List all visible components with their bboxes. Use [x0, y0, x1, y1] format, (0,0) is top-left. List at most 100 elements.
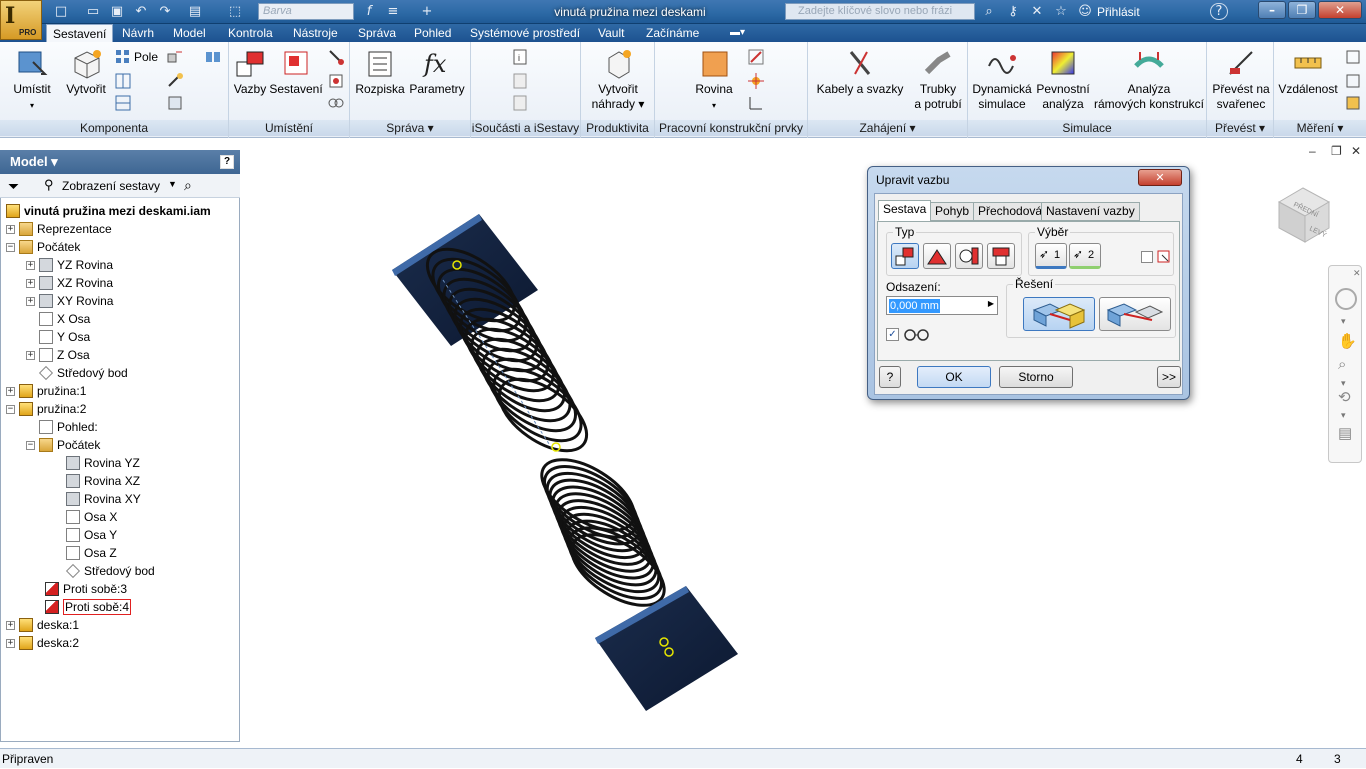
list-item[interactable]: Proti sobě:4 [45, 598, 132, 616]
binoculars-icon[interactable]: ⌕ [980, 3, 998, 20]
signin-link[interactable]: Přihlásit [1097, 0, 1140, 24]
tab-zaciname[interactable]: Začínáme [640, 24, 705, 42]
navbar-arrow-icon[interactable]: ▾ [1341, 316, 1346, 327]
expand-icon[interactable]: + [26, 260, 35, 270]
expand-icon[interactable]: + [6, 620, 15, 630]
user-icon[interactable]: ☺ [1076, 3, 1094, 20]
list-item[interactable]: Pohled: [39, 418, 98, 436]
orbit-icon[interactable]: ⟲ [1338, 388, 1351, 406]
tab-nastaveni-vazby[interactable]: Nastavení vazby [1041, 202, 1140, 221]
ramove-konstrukce-button[interactable]: Analýza rámových konstrukcí [1092, 46, 1206, 112]
list-item[interactable]: − Počátek [26, 436, 100, 454]
list-item[interactable]: + pružina:1 [6, 382, 86, 400]
list-item[interactable]: + XY Rovina [26, 292, 113, 310]
binoculars-find-icon[interactable]: ⌕ [184, 177, 192, 194]
flush-solution-button[interactable] [1099, 297, 1171, 331]
tab-sestava[interactable]: Sestava [878, 200, 932, 221]
viewcube[interactable]: PŘEDNÍ LEVÝ [1273, 180, 1339, 250]
collapse-icon[interactable]: − [26, 440, 35, 450]
vytvorit-button[interactable]: Vytvořit [60, 46, 112, 97]
dialog-close-button[interactable]: ✕ [1138, 169, 1182, 186]
select-icon[interactable]: ⬚ [226, 3, 244, 20]
expand-icon[interactable]: + [26, 278, 35, 288]
graphics-window[interactable]: – ❐ ✕ PŘEDNÍ LEVÝ ✕ ▾ ✋ ⌕ ▾ ⟲ ▾ ▤ [243, 144, 1366, 742]
tab-navrh[interactable]: Návrh [116, 24, 160, 42]
list-item[interactable]: + deska:1 [6, 616, 79, 634]
open-icon[interactable]: ▭ [84, 3, 102, 20]
cancel-button[interactable]: Storno [999, 366, 1073, 388]
fx-icon[interactable]: f [360, 3, 378, 20]
tab-vault[interactable]: Vault [592, 24, 630, 42]
redo-icon[interactable]: ↷ [156, 3, 174, 20]
orbit-arrow-icon[interactable]: ▾ [1341, 410, 1346, 421]
expand-icon[interactable]: + [6, 638, 15, 648]
pole-button[interactable]: Pole [134, 50, 158, 65]
application-menu-button[interactable]: I PRO [0, 0, 42, 40]
mate-solution-button[interactable] [1023, 297, 1095, 331]
project-icon[interactable]: ▤ [186, 3, 204, 20]
tab-pohled[interactable]: Pohled [408, 24, 457, 42]
save-icon[interactable]: ▣ [108, 3, 126, 20]
list-item[interactable]: Osa Y [66, 526, 117, 544]
more-button[interactable]: >> [1157, 366, 1181, 388]
list-item[interactable]: Osa Z [66, 544, 117, 562]
angle-type-button[interactable] [923, 243, 951, 269]
navbar-close-icon[interactable]: ✕ [1353, 268, 1361, 279]
pan-hand-icon[interactable]: ✋ [1338, 332, 1357, 350]
selection-1-button[interactable]: ➶ 1 [1035, 243, 1067, 269]
list-item[interactable]: Proti sobě:3 [45, 580, 127, 598]
favorite-icon[interactable]: ☆ [1052, 3, 1070, 20]
tab-nastroje[interactable]: Nástroje [287, 24, 344, 42]
sestaveni-button[interactable]: Sestavení [269, 46, 323, 97]
collapse-icon[interactable]: − [6, 242, 15, 252]
expand-icon[interactable]: + [26, 350, 35, 360]
assembly-view-dropdown[interactable]: Zobrazení sestavy [62, 179, 160, 193]
tab-sestaveni[interactable]: Sestavení [46, 24, 114, 42]
help-icon[interactable]: ? [1210, 3, 1228, 20]
list-item[interactable]: + Reprezentace [6, 220, 112, 238]
vytvorit-nahrady-button[interactable]: Vytvořit náhrady ▾ [585, 46, 651, 112]
umistit-button[interactable]: Umístit ▾ [8, 46, 56, 113]
list-item[interactable]: Rovina YZ [66, 454, 140, 472]
list-item[interactable]: − Počátek [6, 238, 80, 256]
list-item[interactable]: Rovina XY [66, 490, 141, 508]
tab-model[interactable]: Model [167, 24, 212, 42]
list-item[interactable]: Y Osa [39, 328, 90, 346]
list-item[interactable]: + deska:2 [6, 634, 79, 652]
first-occurrence-checkbox[interactable] [1141, 251, 1153, 263]
rozpiska-button[interactable]: Rozpiska [354, 46, 406, 97]
key-icon[interactable]: ⚷ [1004, 3, 1022, 20]
view-dropdown-arrow[interactable]: ▼ [168, 179, 177, 189]
parametry-button[interactable]: fx Parametry [406, 46, 468, 97]
trubky-button[interactable]: Trubky a potrubí [910, 46, 966, 112]
undo-icon[interactable]: ↶ [132, 3, 150, 20]
list-item[interactable]: + XZ Rovina [26, 274, 113, 292]
dialog-help-button[interactable]: ? [879, 366, 901, 388]
vazby-button[interactable]: Vazby [231, 46, 269, 97]
minimize-button[interactable]: – [1258, 1, 1286, 19]
collapse-icon[interactable]: − [6, 404, 15, 414]
browser-help-icon[interactable]: ? [220, 155, 234, 169]
expand-icon[interactable]: + [6, 224, 15, 234]
list-item[interactable]: + YZ Rovina [26, 256, 113, 274]
tab-sprava[interactable]: Správa [352, 24, 402, 42]
pevnostni-analyza-button[interactable]: Pevnostní analýza [1034, 46, 1092, 112]
show-preview-checkbox[interactable]: ✓ [886, 328, 899, 341]
list-item[interactable]: Středový bod [38, 364, 128, 382]
zoom-icon[interactable]: ⌕ [1338, 356, 1346, 373]
ribbon-options-icon[interactable]: ▬▾ [724, 24, 751, 42]
kabely-button[interactable]: Kabely a svazky [812, 46, 908, 97]
assembly-view-icon[interactable]: ⚲ [44, 177, 54, 193]
vzdalenost-button[interactable]: Vzdálenost [1276, 46, 1340, 97]
prevest-svarenec-button[interactable]: Převést na svařenec [1209, 46, 1273, 112]
offset-arrow-icon[interactable]: ▶ [988, 299, 994, 308]
selection-2-button[interactable]: ➶ 2 [1069, 243, 1101, 269]
look-at-icon[interactable]: ▤ [1338, 424, 1352, 442]
browser-header[interactable]: Model ▾ ? [0, 150, 240, 174]
tab-prechodova[interactable]: Přechodová [973, 202, 1048, 221]
mate-type-button[interactable] [891, 243, 919, 269]
insert-type-button[interactable] [987, 243, 1015, 269]
dynamicka-simulace-button[interactable]: Dynamická simulace [970, 46, 1034, 112]
offset-input[interactable]: 0,000 mm ▶ [886, 296, 998, 315]
exchange-icon[interactable]: ✕ [1028, 3, 1046, 20]
